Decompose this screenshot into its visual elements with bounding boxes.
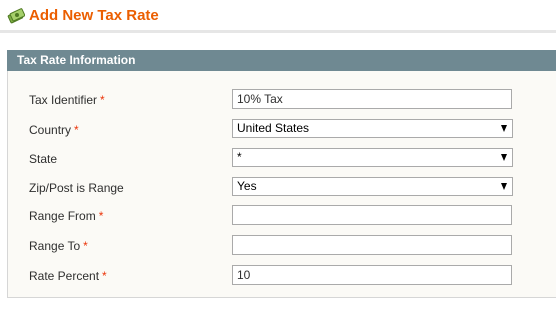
country-selected-value: United States: [237, 121, 310, 135]
dropdown-arrow-icon: [501, 183, 507, 190]
state-label: State: [29, 152, 58, 166]
zip-is-range-selected-value: Yes: [237, 179, 257, 193]
row-rate-percent: Rate Percent *: [7, 265, 556, 289]
row-range-to: Range To *: [7, 235, 556, 259]
required-marker: *: [98, 209, 104, 223]
zip-is-range-label: Zip/Post is Range: [29, 181, 124, 195]
rate-percent-label: Rate Percent *: [29, 269, 107, 283]
state-selected-value: *: [237, 150, 242, 164]
required-marker: *: [83, 239, 88, 253]
row-tax-identifier: Tax Identifier *: [7, 89, 556, 113]
rate-percent-input[interactable]: [232, 265, 512, 285]
required-marker: *: [102, 269, 107, 283]
range-from-label: Range From *: [29, 209, 104, 223]
state-select[interactable]: *: [232, 148, 513, 167]
row-country: Country * United States: [7, 119, 556, 143]
country-label: Country *: [29, 123, 79, 137]
dropdown-arrow-icon: [501, 125, 507, 132]
country-select[interactable]: United States: [232, 119, 513, 138]
row-state: State *: [7, 148, 556, 172]
header-divider: [0, 30, 556, 33]
tax-identifier-label: Tax Identifier *: [29, 93, 105, 107]
zip-is-range-select[interactable]: Yes: [232, 177, 513, 196]
tax-rate-icon: [7, 7, 26, 25]
page-title: Add New Tax Rate: [29, 7, 159, 24]
tax-identifier-input[interactable]: [232, 89, 512, 109]
row-zip-is-range: Zip/Post is Range Yes: [7, 177, 556, 201]
page: Add New Tax Rate Tax Rate Information Ta…: [0, 0, 556, 332]
fieldset-header: Tax Rate Information: [7, 50, 556, 71]
row-range-from: Range From *: [7, 205, 556, 229]
fieldset-title: Tax Rate Information: [17, 53, 136, 67]
page-header: Add New Tax Rate: [0, 0, 556, 36]
range-to-input[interactable]: [232, 235, 512, 255]
required-marker: *: [100, 93, 105, 107]
tax-rate-fieldset: [7, 50, 556, 298]
required-marker: *: [74, 123, 79, 137]
range-to-label: Range To *: [29, 239, 88, 253]
range-from-input[interactable]: [232, 205, 512, 225]
dropdown-arrow-icon: [501, 154, 507, 161]
